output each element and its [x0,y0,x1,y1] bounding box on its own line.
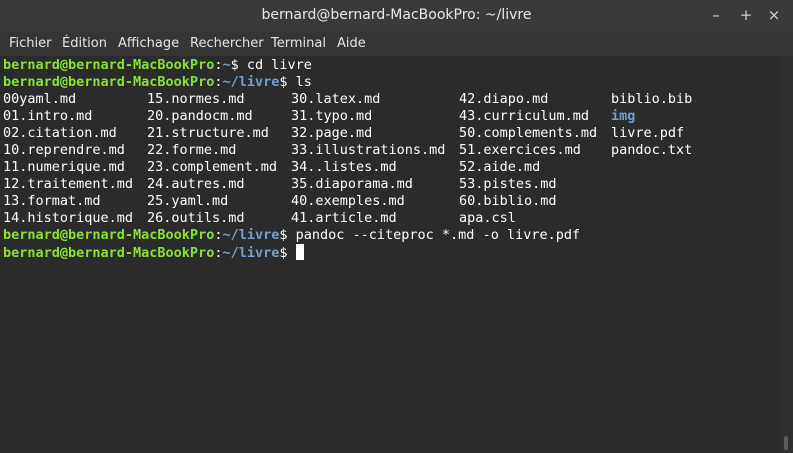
ls-file-entry: 24.autres.md [147,176,245,192]
maximize-icon[interactable]: + [737,6,755,24]
prompt-user: bernard@bernard-MacBookPro [3,74,215,90]
ls-file-entry: 33.illustrations.md [291,142,446,158]
menu-affichage[interactable]: Affichage [118,36,179,51]
prompt-path: ~/livre [222,227,280,243]
ls-file-entry: livre.pdf [611,125,685,141]
terminal-output[interactable]: bernard@bernard-MacBookPro:~$ cd livre b… [0,56,780,453]
ls-file-entry: 14.historique.md [3,210,134,226]
ls-directory-entry: img [611,108,636,124]
prompt-path: ~/livre [222,245,280,261]
ls-file-entry: 10.reprendre.md [3,142,125,158]
menu-fichier[interactable]: Fichier [9,36,52,51]
prompt-path: ~/livre [222,74,280,90]
prompt-user: bernard@bernard-MacBookPro [3,57,215,73]
prompt-user: bernard@bernard-MacBookPro [3,227,215,243]
terminal-line-current: bernard@bernard-MacBookPro:~/livre$ [3,244,304,261]
command-text: $ ls [279,74,312,90]
ls-file-entry: 30.latex.md [291,91,381,107]
minimize-icon[interactable]: – [707,6,725,24]
ls-file-entry: 42.diapo.md [459,91,549,107]
ls-file-entry: 31.typo.md [291,108,373,124]
ls-file-entry: 02.citation.md [3,125,117,141]
prompt-path: ~ [222,57,231,73]
menu-bar: Fichier Édition Affichage Rechercher Ter… [0,32,793,56]
menu-rechercher[interactable]: Rechercher [190,36,264,51]
ls-file-entry: 11.numerique.md [3,159,125,175]
ls-file-entry: 41.article.md [291,210,397,226]
menu-terminal[interactable]: Terminal [271,36,326,51]
ls-file-entry: 22.forme.md [147,142,237,158]
command-text: $ [279,245,296,261]
menu-aide[interactable]: Aide [337,36,366,51]
window-title: bernard@bernard-MacBookPro: ~/livre [261,7,532,23]
ls-file-entry: 53.pistes.md [459,176,557,192]
ls-file-entry: 20.pandocm.md [147,108,253,124]
scrollbar[interactable] [780,56,793,453]
ls-file-entry: 01.intro.md [3,108,93,124]
ls-file-entry: 32.page.md [291,125,373,141]
ls-file-entry: 51.exercices.md [459,142,581,158]
text-cursor [295,244,304,260]
ls-file-entry: 26.outils.md [147,210,245,226]
terminal-line-ls: bernard@bernard-MacBookPro:~/livre$ ls [3,74,312,90]
ls-file-entry: biblio.bib [611,91,693,107]
prompt-user: bernard@bernard-MacBookPro [3,245,215,261]
ls-file-entry: 00yaml.md [3,91,77,107]
ls-file-entry: 34..listes.md [291,159,397,175]
terminal-line-cd: bernard@bernard-MacBookPro:~$ cd livre [3,57,312,73]
menu-edition[interactable]: Édition [62,36,107,51]
ls-file-entry: 12.traitement.md [3,176,134,192]
ls-file-entry: 40.exemples.md [291,193,405,209]
ls-file-entry: 23.complement.md [147,159,278,175]
title-bar[interactable]: bernard@bernard-MacBookPro: ~/livre – + … [0,0,793,32]
ls-file-entry: 35.diaporama.md [291,176,413,192]
terminal-line-pandoc: bernard@bernard-MacBookPro:~/livre$ pand… [3,227,581,243]
ls-file-entry: 60.biblio.md [459,193,557,209]
ls-file-entry: apa.csl [459,210,516,226]
ls-file-entry: 43.curriculum.md [459,108,590,124]
ls-file-entry: 13.format.md [3,193,101,209]
ls-file-entry: 15.normes.md [147,91,245,107]
terminal-window: bernard@bernard-MacBookPro: ~/livre – + … [0,0,793,453]
command-text: $ cd livre [230,57,312,73]
scrollbar-thumb[interactable] [784,436,788,450]
close-icon[interactable]: × [765,6,783,24]
ls-file-entry: pandoc.txt [611,142,693,158]
ls-file-entry: 50.complements.md [459,125,598,141]
ls-file-entry: 21.structure.md [147,125,269,141]
ls-file-entry: 52.aide.md [459,159,541,175]
command-text: $ pandoc --citeproc *.md -o livre.pdf [279,227,581,243]
ls-file-entry: 25.yaml.md [147,193,229,209]
